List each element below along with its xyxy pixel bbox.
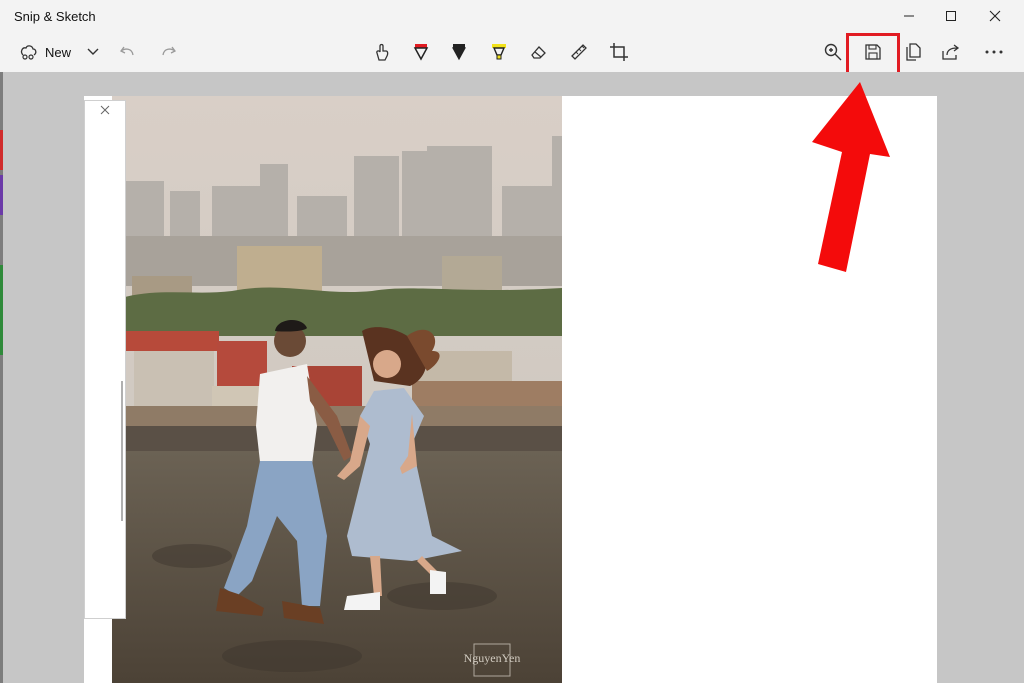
new-dropdown-button[interactable] — [82, 36, 104, 68]
photo-illustration: NguyenYen — [112, 96, 562, 683]
minimize-icon — [904, 15, 914, 17]
share-button[interactable] — [938, 36, 964, 68]
red-arrow-annotation — [812, 82, 890, 272]
panel-scrollbar[interactable] — [121, 381, 123, 521]
watermark-text: NguyenYen — [464, 651, 521, 665]
snip-image: NguyenYen — [112, 96, 562, 683]
eraser-icon — [531, 46, 546, 59]
pencil-icon — [451, 44, 467, 61]
sidebar-color-purple — [0, 175, 3, 215]
more-icon — [985, 50, 1003, 54]
ruler-button[interactable] — [566, 36, 592, 68]
redo-icon — [162, 46, 176, 56]
highlighter-button[interactable] — [486, 36, 512, 68]
eraser-button[interactable] — [526, 36, 552, 68]
crop-icon — [610, 43, 628, 61]
panel-close-icon[interactable] — [100, 105, 110, 115]
zoom-icon — [824, 43, 842, 61]
undo-button[interactable] — [116, 36, 140, 68]
title-bar: Snip & Sketch — [0, 0, 1024, 32]
chevron-down-icon — [87, 48, 99, 55]
touch-writing-icon — [376, 43, 389, 61]
highlighter-icon — [492, 44, 506, 60]
more-button[interactable] — [980, 36, 1008, 68]
save-highlight-box — [846, 33, 900, 76]
copy-button[interactable] — [900, 36, 926, 68]
close-icon — [989, 10, 1001, 22]
share-icon — [942, 44, 960, 60]
ruler-icon — [571, 44, 587, 60]
side-panel — [84, 100, 126, 619]
maximize-icon — [946, 11, 956, 21]
crop-button[interactable] — [606, 36, 632, 68]
sidebar-color-red — [0, 130, 3, 170]
pencil-button[interactable] — [446, 36, 472, 68]
close-button[interactable] — [972, 0, 1018, 32]
ballpoint-pen-icon — [413, 44, 429, 61]
minimize-button[interactable] — [886, 0, 932, 32]
new-button[interactable]: New — [14, 36, 76, 68]
app-title: Snip & Sketch — [14, 9, 96, 24]
new-snip-icon — [20, 45, 37, 60]
touch-writing-button[interactable] — [368, 36, 394, 68]
maximize-button[interactable] — [928, 0, 974, 32]
ballpoint-pen-button[interactable] — [408, 36, 434, 68]
undo-icon — [120, 46, 134, 56]
sidebar-color-green — [0, 265, 3, 355]
copy-icon — [906, 43, 921, 61]
zoom-button[interactable] — [820, 36, 846, 68]
new-label: New — [44, 44, 71, 60]
redo-button[interactable] — [156, 36, 180, 68]
